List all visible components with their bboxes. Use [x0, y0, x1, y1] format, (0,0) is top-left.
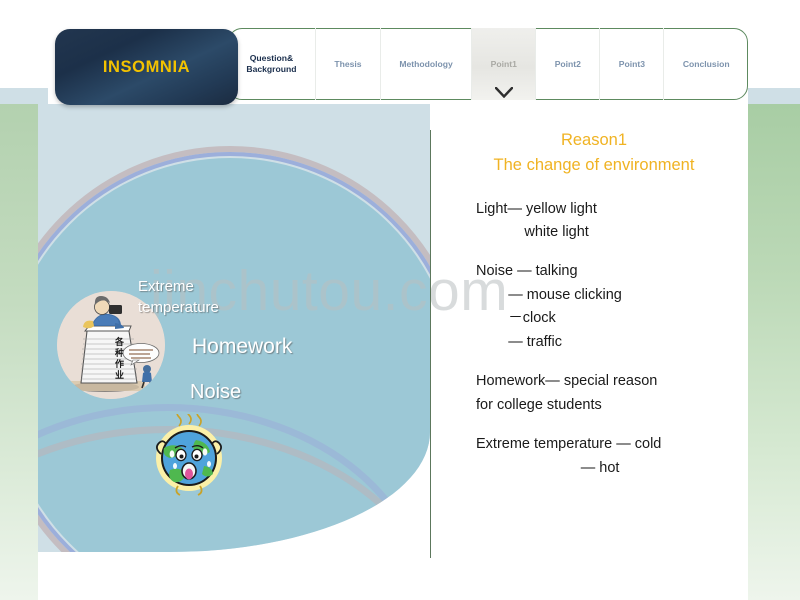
- heading-line-1: Reason1: [560, 131, 628, 149]
- label-homework: Homework: [192, 335, 293, 358]
- label-extreme-temperature: Extreme temperature: [138, 278, 219, 317]
- nav-tab-label: Point1: [490, 58, 517, 69]
- nav-tab-label: Point2: [554, 58, 581, 69]
- content-block-extreme-temperature: Extreme temperature — cold — hot: [476, 436, 662, 476]
- svg-text:各: 各: [114, 336, 125, 348]
- left-green-band: [0, 104, 38, 600]
- right-green-band: [748, 104, 800, 600]
- content-block-light: Light— yellow light white light: [476, 200, 597, 240]
- content-block-homework: Homework— special reason for college stu…: [476, 373, 658, 413]
- nav-tab-label: Question& Background: [246, 53, 297, 74]
- column-divider: [430, 130, 431, 558]
- slide-title-button[interactable]: INSOMNIA: [55, 29, 238, 105]
- nav-tab-label: Thesis: [334, 58, 362, 69]
- nav-tab-label: Point3: [618, 58, 646, 69]
- content-block-noise: Noise — talking — mouse clicking －clock …: [476, 263, 622, 350]
- slide-canvas: jinchutou.com 各 种 作 业 Extreme temperatur…: [0, 0, 800, 600]
- nav-tab-point1[interactable]: Point1: [472, 28, 537, 100]
- nav-tab-conclusion[interactable]: Conclusion: [664, 28, 748, 100]
- navigation-tabs: Question& Background Thesis Methodology Poi…: [228, 28, 748, 100]
- svg-text:种: 种: [114, 347, 124, 359]
- nav-tab-thesis[interactable]: Thesis: [316, 28, 381, 100]
- content-heading: Reason1 The change of environment: [440, 128, 748, 178]
- nav-tab-question-background[interactable]: Question& Background: [228, 28, 316, 100]
- chevron-down-icon: [494, 87, 513, 98]
- label-noise: Noise: [190, 381, 242, 403]
- svg-text:作: 作: [115, 358, 124, 370]
- nav-tab-point2[interactable]: Point2: [536, 28, 601, 100]
- nav-tab-methodology[interactable]: Methodology: [381, 28, 473, 100]
- content-column: Reason1 The change of environment Light—…: [440, 128, 748, 480]
- svg-text:业: 业: [115, 369, 124, 381]
- heading-line-2: The change of environment: [493, 155, 695, 174]
- top-left-blue-strip: [0, 88, 48, 104]
- nav-tab-label: Methodology: [399, 58, 453, 69]
- navigation-bar: Question& Background Thesis Methodology Poi…: [228, 28, 748, 100]
- nav-tab-point3[interactable]: Point3: [600, 28, 665, 100]
- globe-cartoon-image: [148, 414, 230, 496]
- nav-tab-label: Conclusion: [682, 58, 730, 69]
- top-right-blue-strip: [748, 88, 800, 104]
- slide-title-label: INSOMNIA: [102, 57, 191, 76]
